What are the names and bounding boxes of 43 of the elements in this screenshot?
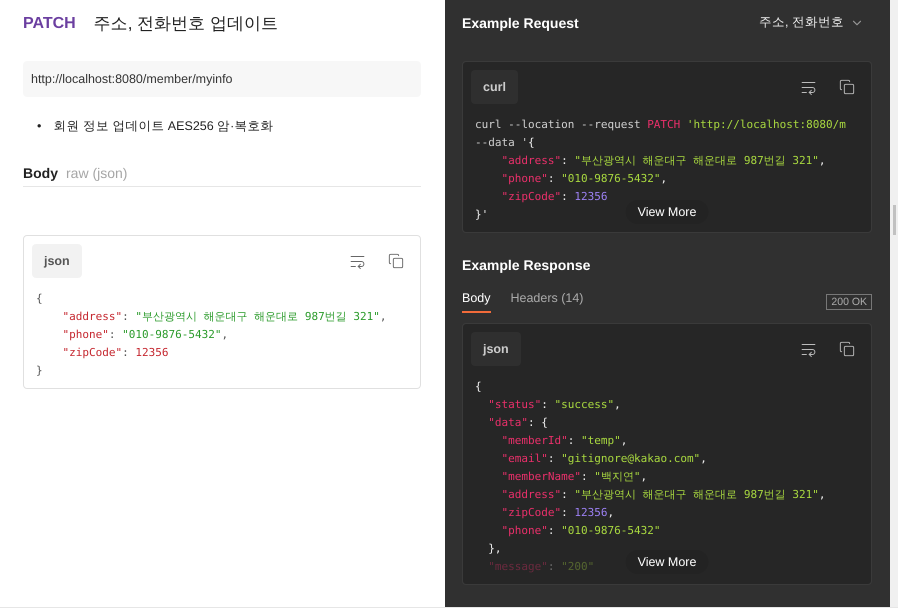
code-line: curl --location --request PATCH 'http://localhost:8080/m: [475, 117, 846, 133]
body-mode: raw (json): [66, 165, 128, 181]
code-line: "phone": "010-9876-5432",: [500, 171, 668, 187]
code-line: {: [36, 291, 43, 307]
status-badge: 200 OK: [826, 294, 872, 310]
code-line: "address": "부산광역시 해운대구 해운대로 987번길 321",: [61, 309, 386, 325]
code-line: "memberId": "temp",: [500, 433, 628, 449]
bullet: •: [37, 118, 42, 135]
code-line: --data '{: [475, 135, 535, 151]
language-label: curl: [471, 70, 518, 104]
code-line: }: [36, 363, 43, 379]
response-tab[interactable]: Body: [462, 291, 490, 313]
request-title: 주소, 전화번호 업데이트: [94, 13, 278, 35]
code-line: "data": {: [487, 415, 548, 431]
code-line: "address": "부산광역시 해운대구 해운대로 987번길 321",: [500, 153, 826, 169]
language-label: json: [32, 244, 82, 278]
url-field: http://localhost:8080/member/myinfo: [23, 61, 421, 97]
copy-icon[interactable]: [839, 340, 855, 358]
example-dropdown[interactable]: 주소, 전화번호: [759, 14, 864, 31]
code-line: "phone": "010-9876-5432",: [61, 327, 228, 343]
scrollbar-thumb[interactable]: [893, 205, 896, 235]
section-title: Example Response: [462, 257, 592, 273]
view-more-button[interactable]: View More: [626, 550, 708, 574]
code-line: {: [475, 379, 482, 395]
code-line: }': [475, 207, 488, 223]
section-title: Example Request: [462, 14, 579, 30]
description-item: 회원 정보 업데이트 AES256 암·복호화: [53, 118, 274, 135]
code-line: "zipCode": 12356,: [500, 505, 614, 521]
code-line: "address": "부산광역시 해운대구 해운대로 987번길 321",: [500, 487, 826, 503]
view-more-button[interactable]: View More: [626, 200, 708, 224]
code-line: "zipCode": 12356: [61, 345, 168, 361]
code-line: "phone": "010-9876-5432": [500, 523, 660, 539]
language-label: json: [471, 332, 521, 366]
body-label: Body: [23, 165, 58, 181]
code-line: "memberName": "백지연",: [500, 469, 648, 485]
copy-icon[interactable]: [839, 78, 855, 96]
copy-icon[interactable]: [388, 252, 404, 270]
code-line: "email": "gitignore@kakao.com",: [500, 451, 707, 467]
code-line: },: [487, 541, 502, 557]
code-line: "status": "success",: [487, 397, 621, 413]
code-line: "zipCode": 12356: [500, 189, 608, 205]
response-tab[interactable]: Headers (14): [510, 291, 584, 313]
http-method: PATCH: [23, 14, 76, 32]
